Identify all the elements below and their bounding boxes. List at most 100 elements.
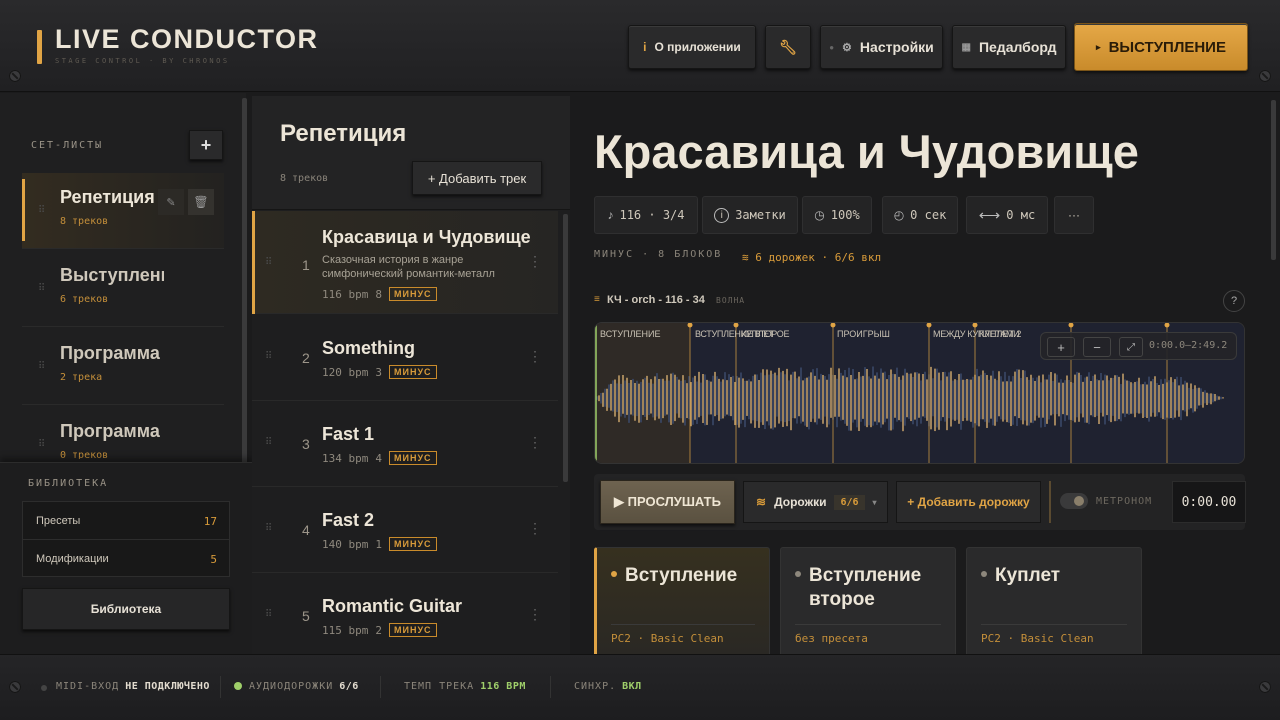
drag-handle-icon[interactable]: ⠿ [265, 523, 273, 534]
block-preset: без пресета [795, 632, 868, 645]
drag-handle-icon[interactable]: ⠿ [38, 439, 46, 450]
note-icon: ♪ [607, 208, 614, 222]
tracks-label: Дорожки [774, 495, 827, 509]
drag-handle-icon[interactable]: ⠿ [38, 361, 46, 372]
trash-icon[interactable]: 🗑︎ [188, 189, 214, 215]
gear-icon: ⚙ [842, 41, 852, 54]
setlist-count: 2 трека [60, 372, 103, 383]
track-description: Сказочная история в жанре симфонический … [322, 254, 495, 280]
tracklist-scrollbar[interactable] [563, 214, 568, 482]
marker-label: КУПЛЕТ [741, 329, 775, 339]
main-scrollbar[interactable] [1271, 100, 1276, 260]
midi-status-dot [41, 685, 47, 691]
help-button[interactable]: ? [1223, 290, 1245, 312]
block-title: Вступление [625, 565, 738, 586]
offset-value: 0 мс [1006, 208, 1036, 222]
more-icon[interactable]: ⋮ [528, 520, 542, 537]
library-button[interactable]: Библиотека [22, 588, 230, 630]
more-icon[interactable]: ⋮ [528, 348, 542, 365]
library-item-count: 17 [203, 515, 217, 528]
drag-handle-icon[interactable]: ⠿ [265, 351, 273, 362]
block-card-verse[interactable]: Куплет PC2 · Basic Clean [966, 547, 1142, 657]
divider [1049, 481, 1051, 523]
more-chip[interactable]: ··· [1054, 196, 1094, 234]
waveform-panel[interactable]: ВСТУПЛЕНИЕ ВСТУПЛЕНИЕ ВТОРОЕ КУПЛЕТ ПРОИ… [594, 322, 1245, 464]
listen-button[interactable]: ▶ ПРОСЛУШАТЬ [600, 480, 735, 524]
library-item-presets[interactable]: Пресеты 17 [23, 502, 229, 540]
track-item[interactable]: ⠿ 4 Fast 2 140 bpm 1 МИНУС ⋮ [252, 487, 558, 573]
setlist-item-program-1[interactable]: ⠿ Программа 1 2 трека [22, 329, 224, 405]
block-title: Куплет [995, 565, 1061, 586]
about-label: О приложении [654, 40, 741, 54]
drag-handle-icon[interactable]: ⠿ [38, 205, 46, 216]
backing-badge: МИНУС [388, 451, 437, 465]
track-item[interactable]: ⠿ 5 Romantic Guitar 115 bpm 2 МИНУС ⋮ [252, 573, 558, 653]
sync-status: СИНХР. ВКЛ [574, 681, 642, 692]
zoom-chip[interactable]: ◷ 100% [802, 196, 872, 234]
backing-badge: МИНУС [388, 287, 437, 301]
audio-tracks-info: ≋ 6 дорожек · 6/6 вкл [742, 251, 882, 264]
settings-button[interactable]: ● ⚙ Настройки [820, 25, 943, 69]
divider [981, 624, 1127, 625]
gauge-icon: ◷ [814, 208, 825, 222]
track-title: Fast 1 [322, 424, 375, 444]
track-title-heading: Красавица и Чудовище [594, 125, 1139, 178]
library-item-modifications[interactable]: Модификации 5 [23, 540, 229, 578]
tools-button[interactable]: 🔧︎ [765, 25, 811, 69]
more-icon[interactable]: ⋮ [528, 434, 542, 451]
track-item[interactable]: ⠿ 1 Красавица и Чудовище Сказочная истор… [252, 211, 558, 314]
track-bpm: 115 bpm [322, 623, 369, 637]
library-item-label: Модификации [36, 553, 109, 565]
track-title: Красавица и Чудовище [322, 227, 531, 247]
divider [611, 624, 755, 625]
setlist-item-performance[interactable]: ⠿ Выступление 6 треков [22, 251, 224, 327]
zoom-out-button[interactable]: − [1083, 337, 1111, 357]
perform-button[interactable]: ▸ ВЫСТУПЛЕНИЕ [1074, 23, 1248, 71]
drag-handle-icon[interactable]: ⠿ [265, 437, 273, 448]
track-item[interactable]: ⠿ 2 Something 120 bpm 3 МИНУС ⋮ [252, 315, 558, 401]
track-number: 4 [302, 522, 310, 538]
block-card-intro-second[interactable]: Вступление второе без пресета [780, 547, 956, 657]
add-audio-track-button[interactable]: + Добавить дорожку [896, 481, 1041, 523]
status-dot [611, 571, 617, 577]
setlist-item-rehearsal[interactable]: ⠿ Репетиция 8 треков ✎ 🗑︎ [22, 173, 224, 249]
audio-status-dot [234, 682, 242, 690]
notes-chip[interactable]: i Заметки [702, 196, 798, 234]
track-info: МИНУС · 8 БЛОКОВ [594, 249, 723, 260]
setlist-item-program-2[interactable]: ⠿ Программа 2 0 треков [22, 407, 224, 459]
setlist-title: Программа 1 [60, 343, 164, 363]
block-card-intro[interactable]: Вступление PC2 · Basic Clean [594, 547, 770, 657]
block-preset: PC2 · Basic Clean [981, 632, 1094, 645]
track-bpm: 120 bpm [322, 365, 369, 379]
delay-chip[interactable]: ◴ 0 сек [882, 196, 958, 234]
waveform-title: КЧ - orch - 116 - 34 [607, 294, 705, 306]
metronome-toggle[interactable] [1060, 493, 1088, 509]
block-preset: PC2 · Basic Clean [611, 632, 724, 645]
about-button[interactable]: i О приложении [628, 25, 756, 69]
timer-icon: ◴ [893, 208, 905, 222]
drag-handle-icon[interactable]: ⠿ [265, 257, 273, 268]
tempo-chip[interactable]: ♪ 116 · 3/4 [594, 196, 698, 234]
drag-handle-icon[interactable]: ⠿ [38, 283, 46, 294]
fit-icon[interactable]: ⤢ [1119, 337, 1143, 357]
more-icon[interactable]: ⋮ [528, 606, 542, 623]
midi-status: MIDI-ВХОД НЕ ПОДКЛЮЧЕНО [56, 681, 210, 692]
active-indicator [252, 211, 255, 314]
zoom-in-button[interactable]: + [1047, 337, 1075, 357]
sidebar-scrollbar[interactable] [242, 98, 247, 464]
pedalboard-button[interactable]: ▦ Педалборд [952, 25, 1066, 69]
more-icon[interactable]: ⋮ [528, 253, 542, 270]
library-item-count: 5 [210, 553, 217, 566]
status-dot [981, 571, 987, 577]
add-track-button[interactable]: + Добавить трек [412, 161, 542, 195]
status-dot-icon: ● [829, 42, 835, 52]
offset-chip[interactable]: ⟷ 0 мс [966, 196, 1048, 234]
drag-handle-icon[interactable]: ⠿ [265, 609, 273, 620]
tracks-dropdown[interactable]: ≋ Дорожки 6/6 ▾ [743, 481, 888, 523]
track-title: Something [322, 338, 415, 358]
add-setlist-button[interactable]: + [189, 130, 223, 160]
block-title: Вступление второе [809, 565, 922, 610]
track-item[interactable]: ⠿ 3 Fast 1 134 bpm 4 МИНУС ⋮ [252, 401, 558, 487]
setlist-title: Репетиция [60, 187, 155, 207]
edit-icon[interactable]: ✎ [158, 189, 184, 215]
